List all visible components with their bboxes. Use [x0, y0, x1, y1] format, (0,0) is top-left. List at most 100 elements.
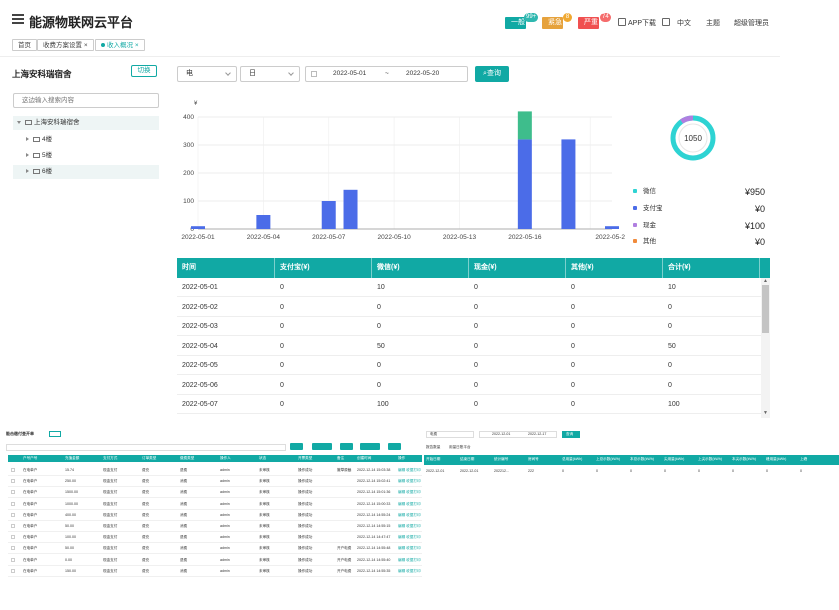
theme-switch[interactable]: 主题 — [706, 18, 720, 28]
row-checkbox[interactable] — [11, 568, 15, 573]
records-table-cell: 开户电费 — [337, 546, 352, 551]
alarm-general-button[interactable]: 一般 — [505, 17, 526, 29]
records-toolbar-button[interactable]: 批量添加 — [312, 443, 333, 458]
row-checkbox[interactable] — [11, 524, 15, 528]
period-select[interactable]: 日 — [240, 66, 300, 82]
records-table-cell: 操作成功 — [298, 512, 313, 517]
tree-node-floor-4[interactable]: 4楼 — [13, 133, 159, 147]
alarm-severe-button[interactable]: 严重 — [578, 17, 599, 29]
table-cell: 0 — [280, 401, 284, 408]
energy-type-select[interactable]: 电 — [177, 66, 237, 82]
close-icon[interactable]: × — [84, 42, 88, 49]
legend-name: 现金 — [643, 222, 656, 229]
column-header[interactable]: 合计(¥) — [663, 258, 760, 278]
date-range-picker[interactable]: 2022-05-01 ~ 2022-05-20 — [305, 66, 468, 82]
scroll-down-icon[interactable]: ▼ — [761, 410, 770, 418]
records-row-actions[interactable]: 编辑 收据打印 — [398, 547, 421, 551]
records-row-actions[interactable]: 编辑 收据打印 — [398, 491, 421, 495]
scroll-up-icon[interactable]: ▲ — [761, 278, 770, 286]
records-toolbar-button[interactable]: 导出 — [340, 443, 354, 458]
records-row-actions[interactable]: 编辑 收据打印 — [398, 558, 421, 563]
table-cell: 50 — [668, 342, 676, 350]
usage-tab-report[interactable]: 报告数量 — [426, 445, 440, 450]
table-cell: 2022-05-03 — [182, 323, 218, 330]
menu-toggle-icon[interactable] — [12, 14, 24, 24]
row-checkbox[interactable] — [11, 557, 15, 562]
close-icon[interactable]: × — [135, 42, 139, 49]
records-table-cell: 开户电费 — [337, 557, 352, 562]
row-checkbox[interactable] — [11, 535, 15, 540]
records-table-cell: 在电单户 — [23, 535, 38, 540]
records-toolbar-button[interactable]: 下载模板 — [360, 443, 381, 458]
records-toolbar-button[interactable]: 导入 — [388, 443, 402, 458]
records-column-header: 状态 — [259, 456, 267, 460]
usage-query-label: 查询 — [566, 431, 574, 436]
usage-tab-daily[interactable]: 用量日账平台 — [449, 445, 471, 450]
records-row-actions[interactable]: 编辑 收据打印 — [398, 480, 421, 484]
usage-table-cell: 0 — [596, 469, 598, 473]
tab-home[interactable]: 首页 — [12, 39, 37, 51]
tree-node-root[interactable]: 上海安科瑞宿舍 — [13, 116, 159, 130]
column-header[interactable]: 其他(¥) — [566, 258, 663, 278]
table-row: 2022-05-02 0 0 0 0 0 — [177, 298, 761, 317]
x-tick-label: 2022-05-01 — [181, 234, 215, 241]
column-header[interactable]: 现金(¥) — [469, 258, 566, 278]
tab-fee-plan[interactable]: 收费方案设置 × — [37, 39, 94, 51]
records-table-row: 在电单户 50.00 现金支付 费充 消费 admin 未审核 操作成功 2022-12-14 … — [8, 521, 422, 532]
tree-search-input[interactable] — [13, 93, 159, 108]
column-header[interactable]: 时间 — [177, 258, 275, 278]
row-checkbox[interactable] — [11, 546, 15, 551]
records-table-cell: 费充 — [142, 512, 150, 517]
row-checkbox[interactable] — [11, 490, 15, 495]
records-filter-bar[interactable] — [6, 444, 286, 451]
records-table-cell: 2022-12-14 14:55:24 — [357, 512, 391, 517]
column-header[interactable]: 微信(¥) — [372, 258, 469, 278]
legend-amount: ¥100 — [744, 221, 765, 231]
records-table-cell: 消费 — [180, 512, 188, 517]
records-row-actions[interactable]: 编辑 收据打印 — [398, 513, 421, 518]
legend-swatch — [633, 206, 637, 211]
row-checkbox[interactable] — [11, 479, 15, 484]
records-table-cell: 未审核 — [259, 512, 270, 517]
tab-income-overview[interactable]: 收入概况 × — [95, 39, 145, 51]
records-row-actions[interactable]: 编辑 收据打印 — [398, 502, 421, 507]
records-table-row: 在电单户 150.00 现金支付 费充 消费 admin 未审核 操作成功 开户电费 2022-1… — [8, 566, 422, 577]
row-checkbox[interactable] — [11, 501, 15, 506]
usage-report-panel: 电费 2022-12-01 2022-12-17 查询 报告数量 用量日账平台 … — [424, 425, 839, 610]
language-switch[interactable]: 中文 — [677, 18, 691, 28]
table-cell: 0 — [668, 323, 672, 330]
active-dot-icon — [101, 43, 105, 48]
column-header[interactable]: 支付宝(¥) — [275, 258, 372, 278]
records-table-cell: admin — [220, 468, 230, 472]
query-button[interactable]: ⌕查询 — [475, 66, 509, 82]
building-icon — [33, 152, 40, 158]
row-checkbox[interactable] — [11, 468, 15, 472]
scrollbar-thumb[interactable] — [762, 285, 769, 333]
records-table-cell: 现金支付 — [103, 490, 118, 495]
table-cell: 2022-05-05 — [182, 362, 218, 369]
row-checkbox[interactable] — [11, 512, 15, 517]
app-download-link[interactable]: APP下载 — [628, 18, 656, 28]
usage-date-range[interactable]: 2022-12-01 2022-12-17 — [479, 431, 557, 438]
user-menu[interactable]: 超级管理员 — [734, 18, 769, 28]
records-row-actions[interactable]: 编辑 收据打印 — [398, 468, 421, 473]
table-cell: 0 — [280, 323, 284, 330]
alarm-urgent-button[interactable]: 紧急 — [542, 17, 563, 29]
records-row-actions[interactable]: 编辑 收据打印 — [398, 536, 421, 540]
table-cell: 0 — [571, 362, 575, 369]
records-row-actions[interactable]: 编辑 收据打印 — [398, 569, 421, 574]
usage-energy-select[interactable]: 电费 — [426, 431, 474, 438]
date-separator: ~ — [385, 70, 389, 77]
tree-node-floor-5[interactable]: 5楼 — [13, 149, 159, 163]
table-cell: 0 — [474, 323, 478, 330]
usage-query-button[interactable]: 查询 — [562, 431, 580, 438]
switch-site-button[interactable]: 切换 — [131, 65, 157, 77]
usage-energy-value: 电费 — [430, 432, 438, 436]
chevron-down-icon — [225, 70, 231, 76]
table-cell: 0 — [668, 303, 672, 311]
records-table-cell: admin — [220, 512, 230, 517]
records-switch-button[interactable] — [49, 431, 61, 437]
records-row-actions[interactable]: 编辑 收据打印 — [398, 524, 421, 529]
records-toolbar-button[interactable]: 查询 — [290, 443, 304, 458]
tree-node-floor-6[interactable]: 6楼 — [13, 165, 159, 179]
